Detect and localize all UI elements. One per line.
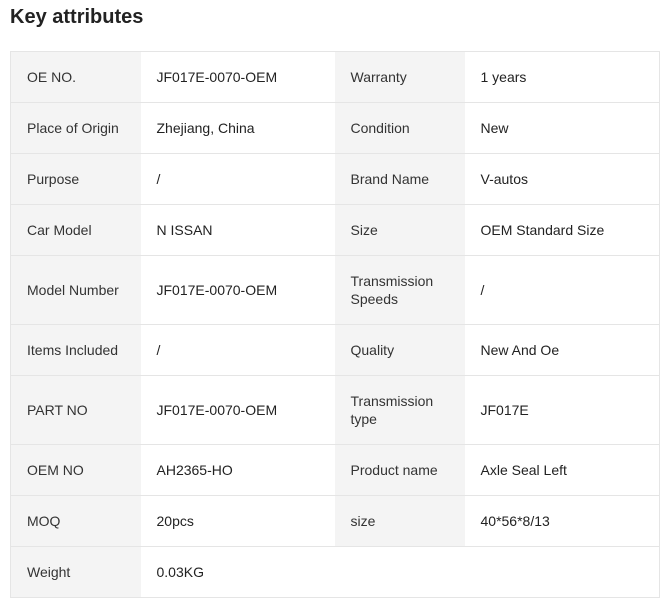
attribute-label: Transmission Speeds — [334, 255, 465, 325]
attribute-label: Transmission type — [334, 375, 465, 445]
attribute-value: JF017E-0070-OEM — [140, 255, 335, 325]
attribute-value: New And Oe — [464, 324, 660, 376]
table-row: Weight 0.03KG — [10, 546, 660, 598]
table-row: Place of Origin Zhejiang, China Conditio… — [10, 102, 660, 154]
attribute-value: N ISSAN — [140, 204, 335, 256]
table-row: Model Number JF017E-0070-OEM Transmissio… — [10, 255, 660, 325]
attribute-value: V-autos — [464, 153, 660, 205]
attribute-label: size — [334, 495, 465, 547]
attribute-label: Weight — [10, 546, 141, 598]
attribute-value: 40*56*8/13 — [464, 495, 660, 547]
attribute-value: / — [140, 153, 335, 205]
attribute-value: / — [464, 255, 660, 325]
attribute-label: Size — [334, 204, 465, 256]
attribute-value: JF017E — [464, 375, 660, 445]
table-row: MOQ 20pcs size 40*56*8/13 — [10, 495, 660, 547]
attribute-value: New — [464, 102, 660, 154]
empty-cell — [334, 546, 465, 598]
attribute-label: Place of Origin — [10, 102, 141, 154]
table-row: PART NO JF017E-0070-OEM Transmission typ… — [10, 375, 660, 445]
attribute-label: Items Included — [10, 324, 141, 376]
attribute-value: OEM Standard Size — [464, 204, 660, 256]
attribute-label: Model Number — [10, 255, 141, 325]
attribute-label: Condition — [334, 102, 465, 154]
attribute-value: Zhejiang, China — [140, 102, 335, 154]
attribute-value: 20pcs — [140, 495, 335, 547]
attribute-value: AH2365-HO — [140, 444, 335, 496]
table-row: Car Model N ISSAN Size OEM Standard Size — [10, 204, 660, 256]
table-row: OEM NO AH2365-HO Product name Axle Seal … — [10, 444, 660, 496]
empty-cell — [464, 546, 660, 598]
table-row: Purpose / Brand Name V-autos — [10, 153, 660, 205]
table-row: Items Included / Quality New And Oe — [10, 324, 660, 376]
table-row: OE NO. JF017E-0070-OEM Warranty 1 years — [10, 51, 660, 103]
section-title: Key attributes — [10, 6, 144, 28]
attribute-label: Quality — [334, 324, 465, 376]
attribute-value: 0.03KG — [140, 546, 335, 598]
attribute-label: OEM NO — [10, 444, 141, 496]
attribute-label: Brand Name — [334, 153, 465, 205]
attribute-value: 1 years — [464, 51, 660, 103]
attribute-value: / — [140, 324, 335, 376]
attribute-label: PART NO — [10, 375, 141, 445]
attribute-value: Axle Seal Left — [464, 444, 660, 496]
attribute-label: Warranty — [334, 51, 465, 103]
attribute-label: OE NO. — [10, 51, 141, 103]
attribute-label: MOQ — [10, 495, 141, 547]
attribute-label: Car Model — [10, 204, 141, 256]
attribute-value: JF017E-0070-OEM — [140, 51, 335, 103]
attribute-label: Purpose — [10, 153, 141, 205]
attribute-value: JF017E-0070-OEM — [140, 375, 335, 445]
key-attributes-table: OE NO. JF017E-0070-OEM Warranty 1 years … — [10, 51, 660, 598]
attribute-label: Product name — [334, 444, 465, 496]
